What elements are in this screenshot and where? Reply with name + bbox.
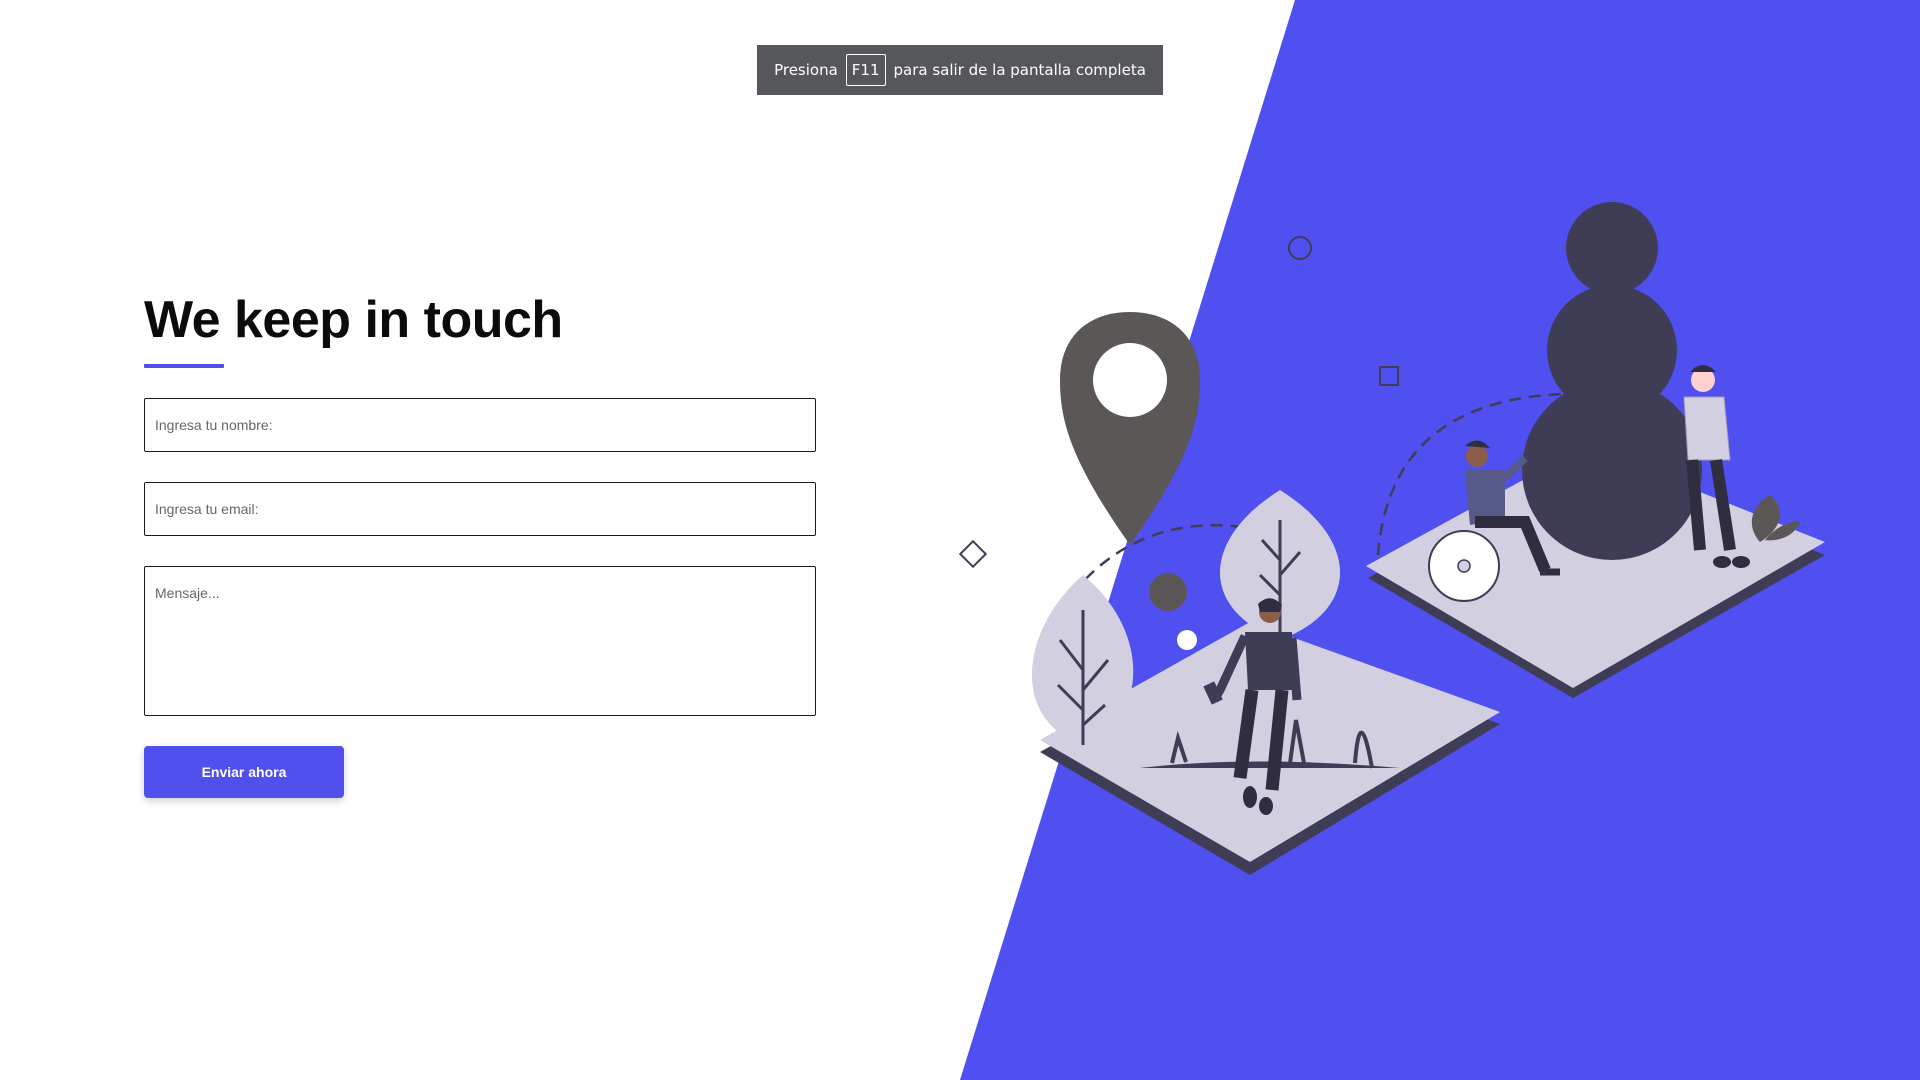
- title-underline: [144, 364, 224, 368]
- circle-decoration-icon: [1288, 236, 1312, 260]
- stacked-spheres: [1522, 202, 1702, 560]
- fullscreen-notice-prefix: Presiona: [774, 61, 838, 79]
- fullscreen-notice-suffix: para salir de la pantalla completa: [893, 61, 1146, 79]
- email-input[interactable]: [144, 482, 816, 536]
- people-location-illustration: [958, 202, 1825, 875]
- contact-form: We keep in touch Enviar ahora: [144, 290, 816, 798]
- page-title: We keep in touch: [144, 291, 563, 349]
- left-leaf-large: [1220, 490, 1340, 640]
- f11-key-badge: F11: [845, 54, 886, 86]
- square-decoration-icon: [1379, 366, 1399, 386]
- message-textarea[interactable]: [144, 566, 816, 716]
- name-input[interactable]: [144, 398, 816, 452]
- diamond-decoration-icon: [958, 539, 988, 569]
- fullscreen-notice: Presiona F11 para salir de la pantalla c…: [757, 45, 1163, 95]
- submit-button[interactable]: Enviar ahora: [144, 746, 344, 798]
